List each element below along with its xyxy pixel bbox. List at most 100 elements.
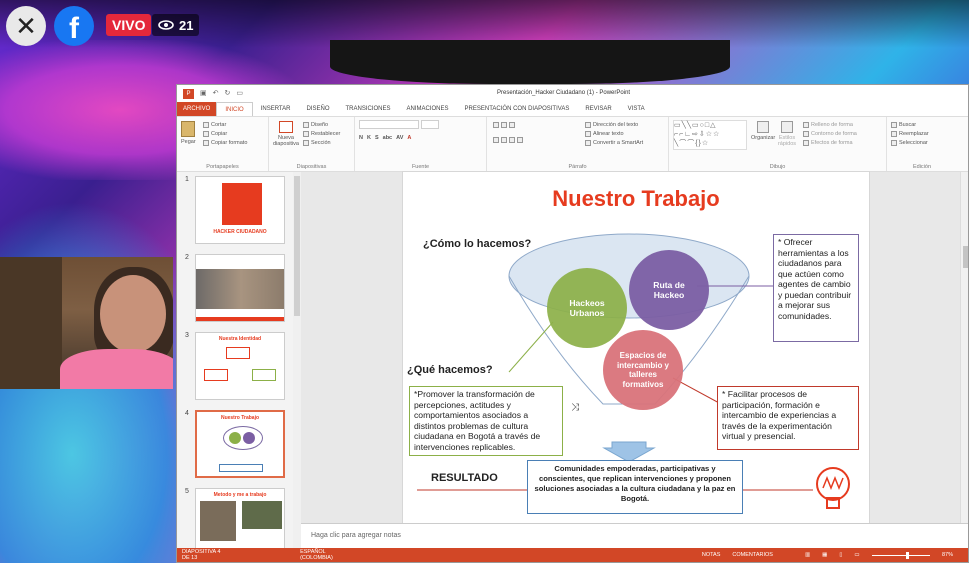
slide-thumbnails-pane: 1 HACKER CIUDADANO 2 3 Nuestra Identidad — [177, 172, 301, 556]
thumbnail-image: Nuestra Identidad — [195, 332, 285, 400]
view-slideshow-icon[interactable]: ▭ — [854, 552, 859, 558]
format-painter-label: Copiar formato — [211, 139, 248, 146]
mini-box — [226, 347, 250, 359]
find-button[interactable]: Buscar — [891, 120, 953, 129]
zoom-slider-thumb[interactable] — [905, 551, 909, 559]
quick-styles-button[interactable]: Estilos rápidos — [775, 121, 799, 147]
zoom-slider[interactable] — [871, 551, 930, 559]
close-icon[interactable]: ✕ — [6, 6, 46, 46]
tab-vista[interactable]: VISTA — [620, 102, 653, 116]
how-heading: ¿Cómo lo hacemos? — [423, 238, 532, 250]
tab-diseno[interactable]: DISEÑO — [298, 102, 337, 116]
comments-button[interactable]: COMENTARIOS — [732, 552, 773, 558]
new-slide-label: Nueva diapositiva — [273, 135, 299, 147]
circle-label: Ruta de Hackeo — [653, 280, 685, 300]
save-icon[interactable]: ▣ — [200, 89, 207, 99]
copy-button[interactable]: Copiar — [203, 129, 247, 138]
view-normal-icon[interactable]: ▥ — [805, 552, 810, 558]
mini-circle — [243, 432, 255, 444]
find-label: Buscar — [899, 121, 917, 128]
font-color-icon[interactable]: A — [407, 135, 411, 141]
new-slide-button[interactable]: Nueva diapositiva — [272, 121, 300, 147]
section-icon — [303, 139, 309, 146]
ribbon: Pegar Cortar Copiar Copiar formato Porta… — [177, 116, 968, 172]
slide-scrollbar[interactable] — [960, 172, 968, 523]
shape-effects-button[interactable]: Efectos de forma — [803, 138, 857, 147]
tab-archivo[interactable]: ARCHIVO — [177, 102, 217, 116]
thumbnail-number: 5 — [185, 488, 189, 495]
undo-icon[interactable]: ↶ — [213, 89, 219, 99]
tab-presentacion[interactable]: PRESENTACIÓN CON DIAPOSITIVAS — [457, 102, 578, 116]
scissors-icon — [203, 121, 209, 128]
connector-green — [508, 321, 554, 373]
cut-button[interactable]: Cortar — [203, 120, 247, 129]
underline-icon[interactable]: S — [375, 135, 379, 141]
notes-button[interactable]: NOTAS — [702, 552, 721, 558]
thumbnail-number: 4 — [185, 410, 189, 417]
group-dibujo: ▭╲╲▭○□△ ⌐⌐∟⇨⇩☆☆ ╲⌒⌒{}☆ Organizar Estilos r… — [669, 117, 887, 171]
font-family-select[interactable] — [359, 120, 419, 129]
zoom-level[interactable]: 87% — [942, 552, 953, 558]
slide-canvas[interactable]: Nuestro Trabajo ¿Cómo lo hacemos? ¿Qué h… — [403, 172, 869, 523]
scrollbar-thumb[interactable] — [294, 176, 300, 316]
select-button[interactable]: Seleccionar — [891, 138, 953, 147]
reset-icon — [303, 130, 309, 137]
layout-button[interactable]: Diseño — [303, 120, 340, 129]
funnel-top — [508, 233, 750, 319]
paste-label: Pegar — [181, 139, 196, 145]
strikethrough-icon[interactable]: abc — [383, 135, 392, 141]
live-badge: VIVO — [106, 14, 152, 36]
thumbnail-title: Nuestro Trabajo — [220, 415, 260, 421]
reset-label: Restablecer — [311, 130, 341, 137]
select-label: Seleccionar — [899, 139, 928, 146]
align-text-button[interactable]: Alinear texto — [585, 129, 643, 138]
notes-pane[interactable]: Haga clic para agregar notas — [301, 523, 968, 549]
shapes-gallery[interactable]: ▭╲╲▭○□△ ⌐⌐∟⇨⇩☆☆ ╲⌒⌒{}☆ — [673, 120, 747, 150]
section-button[interactable]: Sección — [303, 138, 340, 147]
tab-inicio[interactable]: INICIO — [216, 102, 253, 116]
text-direction-button[interactable]: Dirección del texto — [585, 120, 643, 129]
city-photo — [196, 269, 284, 309]
tab-transiciones[interactable]: TRANSICIONES — [338, 102, 399, 116]
smartart-button[interactable]: Convertir a SmartArt — [585, 138, 643, 147]
language-indicator[interactable]: ESPAÑOL (COLOMBIA) — [300, 549, 350, 561]
quick-access-toolbar: P ▣ ↶ ↻ ▭ — [183, 88, 243, 99]
workspace: 1 HACKER CIUDADANO 2 3 Nuestra Identidad — [177, 172, 968, 556]
redo-icon[interactable]: ↻ — [225, 89, 231, 99]
presenter-shirt — [60, 349, 173, 389]
powerpoint-icon: P — [183, 88, 194, 99]
bullets-icon — [493, 121, 499, 128]
tab-insertar[interactable]: INSERTAR — [253, 102, 299, 116]
slide-title: Nuestro Trabajo — [552, 186, 720, 211]
effects-icon — [803, 139, 809, 146]
spacing-icon[interactable]: AV — [396, 135, 403, 141]
group-portapapeles: Pegar Cortar Copiar Copiar formato Porta… — [177, 117, 269, 171]
shape-outline-button[interactable]: Contorno de forma — [803, 129, 857, 138]
mini-box — [204, 369, 228, 381]
scrollbar-thumb[interactable] — [963, 246, 968, 268]
replace-button[interactable]: Reemplazar — [891, 129, 953, 138]
shape-fill-button[interactable]: Relleno de forma — [803, 120, 857, 129]
align-right-icon — [509, 136, 515, 143]
thumbnail-scrollbar[interactable] — [293, 172, 301, 549]
tab-revisar[interactable]: REVISAR — [577, 102, 619, 116]
justify-icon — [517, 136, 523, 143]
replace-label: Reemplazar — [899, 130, 929, 137]
tab-animaciones[interactable]: ANIMACIONES — [399, 102, 457, 116]
paste-button[interactable]: Pegar — [181, 121, 196, 145]
bold-icon[interactable]: N — [359, 135, 363, 141]
reset-button[interactable]: Restablecer — [303, 129, 340, 138]
align-buttons[interactable] — [493, 135, 523, 144]
viewer-count: 21 — [179, 17, 194, 33]
font-size-select[interactable] — [421, 120, 439, 129]
group-diapositivas: Nueva diapositiva Diseño Restablecer Sec… — [269, 117, 355, 171]
mini-box — [219, 464, 263, 472]
list-buttons[interactable] — [493, 120, 523, 129]
view-sorter-icon[interactable]: ▦ — [822, 552, 827, 558]
present-icon[interactable]: ▭ — [236, 89, 243, 99]
italic-icon[interactable]: K — [367, 135, 371, 141]
view-reading-icon[interactable]: ▯ — [839, 552, 842, 558]
arrange-button[interactable]: Organizar — [751, 121, 775, 141]
format-painter-button[interactable]: Copiar formato — [203, 138, 247, 147]
outline-icon — [803, 130, 809, 137]
